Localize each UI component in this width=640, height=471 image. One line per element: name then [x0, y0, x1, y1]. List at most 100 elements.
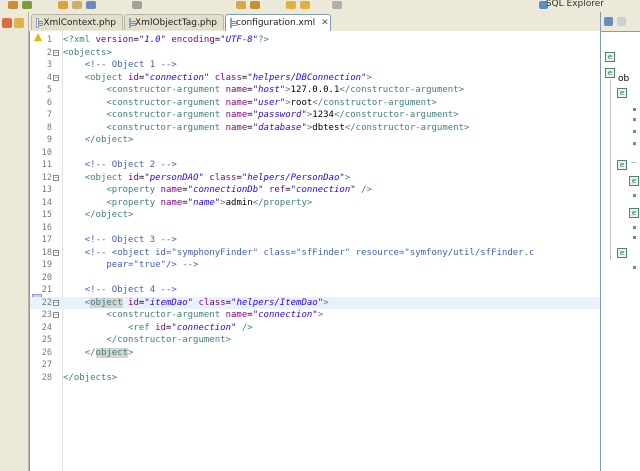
outline-leaf-icon	[633, 108, 636, 111]
code-line[interactable]: 26 </object>	[30, 347, 601, 360]
toolbar-icon[interactable]	[8, 1, 18, 9]
toolbar-icon[interactable]	[236, 1, 246, 9]
code-text[interactable]: <!-- Object 3 -->	[63, 234, 177, 247]
outline-node-icon[interactable]: e	[617, 248, 627, 258]
outline-leaf-icon	[633, 236, 636, 239]
code-line[interactable]: 2− <objects>	[30, 47, 601, 60]
view-icon[interactable]	[14, 18, 24, 28]
line-number: 19	[41, 260, 52, 270]
outline-panel[interactable]: e e ob e e e e e	[600, 12, 640, 471]
code-line[interactable]: 24 <ref id="connection" />	[30, 322, 601, 335]
code-line[interactable]: 10	[30, 147, 601, 160]
tab-xmlcontext-php[interactable]: XmlContext.php	[31, 14, 123, 30]
toolbar-icon[interactable]	[72, 1, 82, 9]
code-line[interactable]: 28 </objects>	[30, 372, 601, 385]
code-line[interactable]: 13 <property name="connectionDb" ref="co…	[30, 184, 601, 197]
code-text[interactable]: <!-- Object 2 -->	[63, 159, 177, 172]
outline-node-icon[interactable]: e	[617, 160, 627, 170]
code-line[interactable]: 1 <?xml version="1.0" encoding="UTF-8"?>	[30, 34, 601, 47]
code-line[interactable]: 4− <object id="connection" class="helper…	[30, 72, 601, 85]
code-text[interactable]: </objects>	[63, 372, 117, 385]
line-number: 6	[46, 97, 52, 108]
tab-label: configuration.xml	[236, 18, 316, 28]
code-text[interactable]: </object>	[63, 347, 133, 360]
code-line[interactable]: 15 </object>	[30, 209, 601, 222]
code-line[interactable]: 5 <constructor-argument name="host">127.…	[30, 84, 601, 97]
outline-node-icon[interactable]: e	[629, 208, 639, 218]
code-line[interactable]: 21 <!-- Object 4 -->	[30, 284, 601, 297]
fold-toggle-icon[interactable]: −	[53, 299, 59, 306]
code-text[interactable]: <object id="connection" class="helpers/D…	[63, 72, 372, 85]
code-line[interactable]: 14 <property name="name">admin</property…	[30, 197, 601, 210]
code-text[interactable]: <property name="name">admin</property>	[63, 197, 312, 210]
fold-toggle-icon[interactable]: −	[53, 49, 59, 56]
code-line[interactable]: 7 <constructor-argument name="password">…	[30, 109, 601, 122]
code-line[interactable]: 11 <!-- Object 2 -->	[30, 159, 601, 172]
code-text[interactable]: <ref id="connection" />	[63, 322, 253, 335]
toolbar-icon[interactable]	[332, 1, 342, 9]
code-line[interactable]: 6 <constructor-argument name="user">root…	[30, 97, 601, 110]
code-line[interactable]: 27	[30, 359, 601, 372]
fold-toggle-icon[interactable]: −	[53, 174, 59, 181]
outline-node-icon[interactable]: e	[605, 68, 615, 78]
outline-view-icon[interactable]	[604, 17, 613, 26]
code-line[interactable]: 3 <!-- Object 1 -->	[30, 59, 601, 72]
outline-node-icon[interactable]: e	[629, 176, 639, 186]
outline-node-icon[interactable]: e	[605, 52, 615, 62]
toolbar-icon[interactable]	[286, 1, 296, 9]
code-line[interactable]: 25 </constructor-argument>	[30, 334, 601, 347]
close-tab-icon[interactable]: ✕	[321, 18, 329, 28]
toolbar-icon[interactable]	[22, 1, 32, 9]
code-text[interactable]: <property name="connectionDb" ref="conne…	[63, 184, 372, 197]
code-text[interactable]: <constructor-argument name="host">127.0.…	[63, 84, 464, 97]
line-number: 25	[41, 335, 52, 345]
toolbar-icon[interactable]	[300, 1, 310, 9]
code-text[interactable]: <object id="personDAO" class="helpers/Pe…	[63, 172, 351, 185]
tab-xmlobjecttag-php[interactable]: XmlObjectTag.php	[124, 14, 224, 30]
code-text[interactable]: <?xml version="1.0" encoding="UTF-8"?>	[63, 34, 269, 47]
code-text[interactable]: pear="true"/> -->	[63, 259, 198, 272]
code-text[interactable]: </object>	[63, 209, 134, 222]
tab-configuration-xml[interactable]: configuration.xml ✕	[225, 14, 331, 31]
code-line[interactable]: 19 pear="true"/> -->	[30, 259, 601, 272]
code-line[interactable]: 23− <constructor-argument name="connecti…	[30, 309, 601, 322]
code-text[interactable]: <!-- <object id="symphonyFinder" class="…	[63, 247, 535, 260]
line-number: 24	[41, 322, 52, 333]
code-line[interactable]: 18− <!-- <object id="symphonyFinder" cla…	[30, 247, 601, 260]
code-text[interactable]: <object id="itemDao" class="helpers/Item…	[63, 297, 329, 310]
code-text[interactable]: </object>	[63, 134, 134, 147]
code-line[interactable]: 17 <!-- Object 3 -->	[30, 234, 601, 247]
toolbar-icon[interactable]	[250, 1, 260, 9]
code-line[interactable]: 16	[30, 222, 601, 235]
code-text[interactable]: <!-- Object 4 -->	[63, 284, 177, 297]
view-menu-icon[interactable]	[617, 17, 626, 26]
xml-editor[interactable]: 1 <?xml version="1.0" encoding="UTF-8"?> 2…	[29, 31, 601, 471]
code-text[interactable]: <objects>	[63, 47, 112, 60]
line-number: 9	[46, 135, 52, 145]
fold-toggle-icon[interactable]: −	[53, 312, 59, 318]
line-number: 14	[41, 197, 52, 208]
outline-leaf-line	[631, 162, 636, 163]
code-text[interactable]: <constructor-argument name="user">root</…	[63, 97, 437, 110]
code-line[interactable]: 22− <object id="itemDao" class="helpers/…	[30, 296, 601, 310]
fold-toggle-icon[interactable]: −	[53, 249, 59, 256]
line-number: 15	[41, 210, 52, 220]
view-icon[interactable]	[2, 18, 12, 28]
line-number: 20	[41, 272, 52, 283]
fold-toggle-icon[interactable]: −	[53, 74, 59, 81]
toolbar-icon[interactable]	[58, 1, 68, 9]
code-text[interactable]: <constructor-argument name="password">12…	[63, 109, 458, 122]
toolbar-icon[interactable]	[132, 1, 142, 9]
line-number: 7	[46, 110, 52, 120]
code-text[interactable]: <!-- Object 1 -->	[63, 59, 177, 72]
code-line[interactable]: 8 <constructor-argument name="database">…	[30, 122, 601, 135]
toolbar-icon[interactable]	[86, 1, 96, 9]
perspective-sql-explorer[interactable]: SQL Explorer	[546, 0, 604, 9]
code-line[interactable]: 12− <object id="personDAO" class="helper…	[30, 172, 601, 185]
code-text[interactable]: <constructor-argument name="database">db…	[63, 122, 469, 135]
outline-node-icon[interactable]: e	[617, 88, 627, 98]
code-line[interactable]: 9 </object>	[30, 134, 601, 147]
code-line[interactable]: 20	[30, 272, 601, 285]
code-text[interactable]: <constructor-argument name="connection">	[63, 309, 323, 322]
code-text[interactable]: </constructor-argument>	[63, 334, 231, 347]
